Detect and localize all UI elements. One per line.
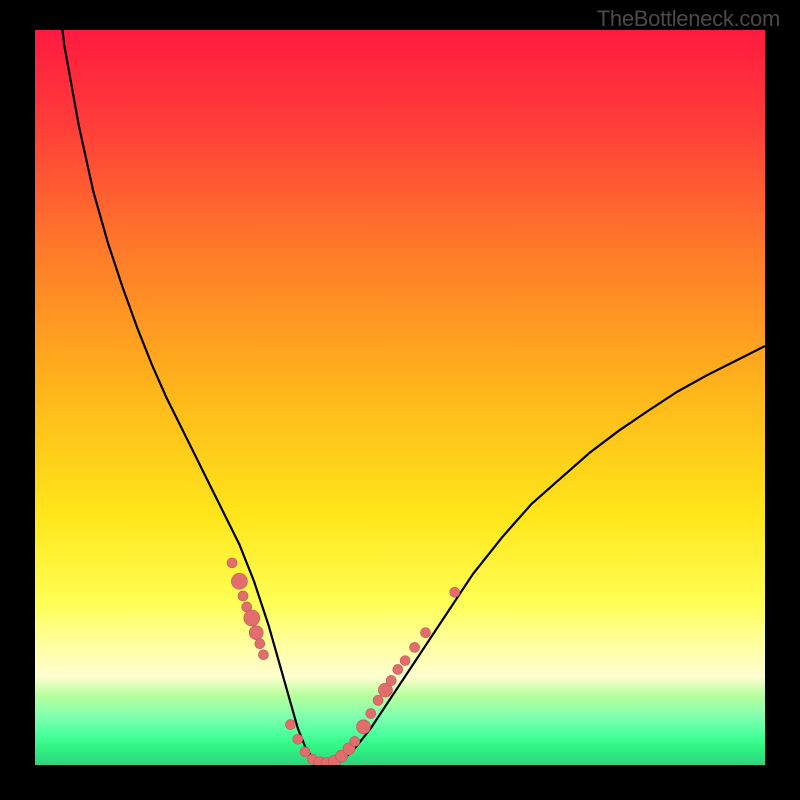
marker-point bbox=[350, 736, 360, 746]
marker-point bbox=[249, 626, 263, 640]
marker-point bbox=[238, 591, 248, 601]
marker-point bbox=[244, 610, 260, 626]
marker-point bbox=[410, 642, 420, 652]
watermark-text: TheBottleneck.com bbox=[597, 6, 780, 32]
marker-point bbox=[373, 695, 383, 705]
marker-point bbox=[258, 650, 268, 660]
marker-point bbox=[450, 587, 460, 597]
marker-point bbox=[366, 709, 376, 719]
chart-frame: TheBottleneck.com bbox=[0, 0, 800, 800]
marker-point bbox=[255, 639, 265, 649]
marker-point bbox=[400, 656, 410, 666]
marker-point bbox=[357, 720, 371, 734]
marker-point bbox=[421, 628, 431, 638]
chart-svg bbox=[35, 30, 765, 765]
gradient-background bbox=[35, 30, 765, 765]
plot-area bbox=[35, 30, 765, 765]
marker-point bbox=[293, 734, 303, 744]
marker-point bbox=[227, 558, 237, 568]
marker-point bbox=[286, 720, 296, 730]
marker-point bbox=[393, 664, 403, 674]
marker-point bbox=[300, 747, 310, 757]
marker-point bbox=[231, 573, 247, 589]
marker-point bbox=[386, 675, 396, 685]
